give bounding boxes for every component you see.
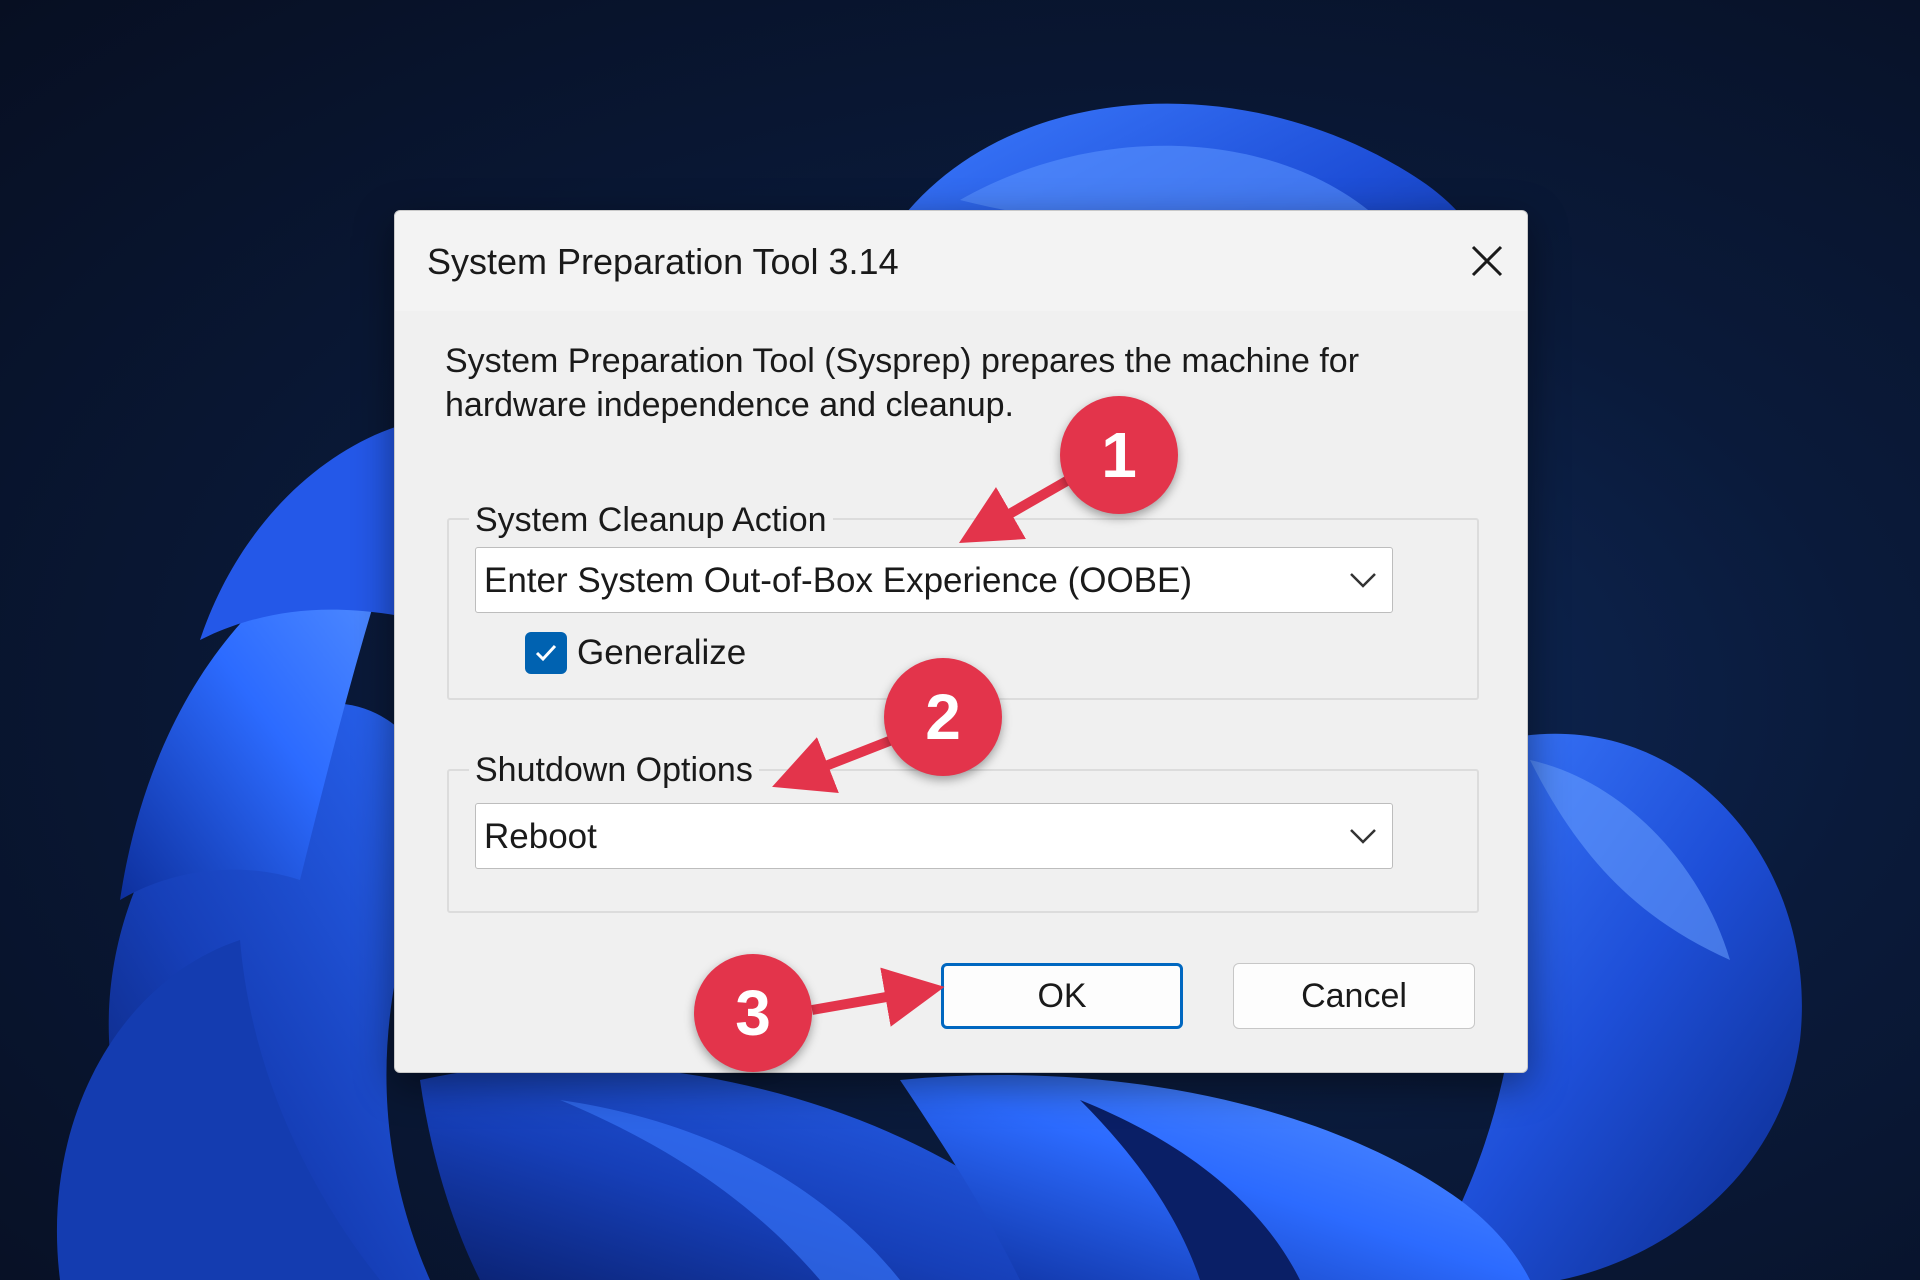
- generalize-label: Generalize: [577, 633, 747, 672]
- dialog-title: System Preparation Tool 3.14: [427, 241, 899, 282]
- shutdown-options-dropdown[interactable]: Reboot: [475, 803, 1393, 869]
- chevron-down-icon: [1350, 573, 1376, 588]
- checkmark-icon: [535, 644, 557, 662]
- ok-button[interactable]: OK: [941, 963, 1183, 1029]
- shutdown-options-label: Shutdown Options: [469, 751, 759, 790]
- chevron-down-icon: [1350, 829, 1376, 844]
- generalize-checkbox[interactable]: Generalize: [525, 631, 746, 675]
- dialog-description: System Preparation Tool (Sysprep) prepar…: [445, 342, 1360, 424]
- title-bar: System Preparation Tool 3.14: [395, 211, 1527, 311]
- generalize-checkbox-box[interactable]: [525, 632, 567, 674]
- desktop: System Preparation Tool 3.14 System Prep…: [0, 0, 1920, 1280]
- close-icon: [1471, 245, 1503, 277]
- cleanup-action-label: System Cleanup Action: [469, 501, 833, 540]
- cleanup-action-value: Enter System Out-of-Box Experience (OOBE…: [484, 561, 1193, 600]
- cancel-button[interactable]: Cancel: [1233, 963, 1475, 1029]
- close-button[interactable]: [1447, 211, 1527, 311]
- sysprep-dialog: System Preparation Tool 3.14 System Prep…: [394, 210, 1528, 1073]
- cleanup-action-dropdown[interactable]: Enter System Out-of-Box Experience (OOBE…: [475, 547, 1393, 613]
- shutdown-options-value: Reboot: [484, 817, 597, 856]
